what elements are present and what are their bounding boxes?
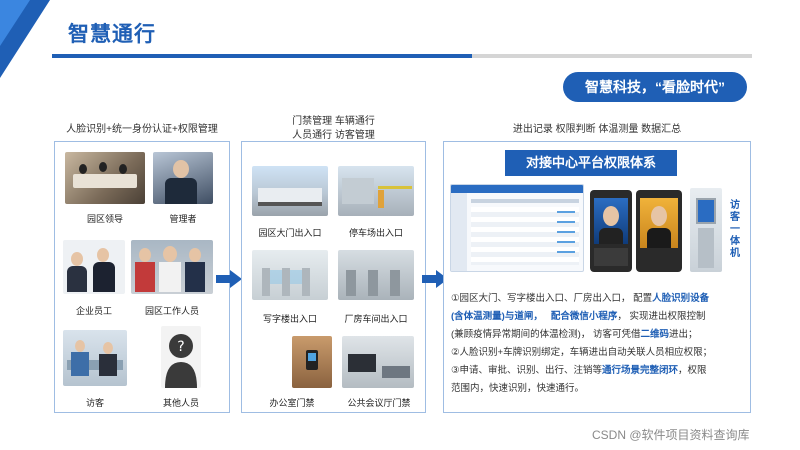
photo-managers <box>153 152 213 204</box>
photo-office-building-gate <box>252 250 328 300</box>
desc-line-5: ③申请、审批、识别、出行、注销等通行场景完整闭环，权限 <box>451 365 707 376</box>
entrances-panel: 园区大门出入口 停车场出入口 写字楼出入口 厂房车间出入口 办公室门禁 公共会议… <box>241 141 426 413</box>
people-panel: 园区领导 管理者 企业员工 园区工作人员 访客 ? 其他人员 <box>54 141 230 413</box>
caption-left: 人脸识别+统一身份认证+权限管理 <box>66 124 218 135</box>
arrow-right-icon <box>216 270 242 288</box>
label-park-gate: 园区大门出入口 <box>258 228 322 238</box>
label-employees: 企业员工 <box>75 306 112 316</box>
slogan-badge: 智慧科技，“看脸时代” <box>563 72 747 102</box>
photo-park-gate <box>252 166 328 216</box>
visitor-kiosk-image <box>690 188 722 272</box>
face-terminal-2 <box>636 190 682 272</box>
desc-line-2: (含体温测量)与道闸， 配合微信小程序， 实现进出权限控制 <box>451 311 706 322</box>
desc-line-4: ②人脸识别+车牌识别绑定，车辆进出自动关联人员相应权限； <box>451 347 713 358</box>
label-office-building-gate: 写字楼出入口 <box>262 314 317 324</box>
page-title: 智慧通行 <box>68 23 156 46</box>
photo-employees <box>63 240 125 294</box>
desc-line-1: ①园区大门、写字楼出入口、厂房出入口， 配置人脸识别设备 <box>451 293 710 304</box>
photo-others: ? <box>161 326 201 388</box>
visitor-kiosk-label: 访客一体机 <box>730 200 740 259</box>
label-managers: 管理者 <box>169 214 197 224</box>
label-visitors: 访客 <box>85 398 104 408</box>
photo-parking-gate <box>338 166 414 216</box>
label-park-leaders: 园区领导 <box>86 214 123 224</box>
corner-decoration-inner <box>0 0 30 46</box>
photo-office-door <box>292 336 332 388</box>
photo-factory-gate <box>338 250 414 300</box>
label-factory-gate: 厂房车间出入口 <box>344 314 408 324</box>
desc-line-3: (兼顾疫情异常期间的体温检测)， 访客可凭借二维码进出； <box>451 329 698 340</box>
photo-meeting-room-door <box>342 336 414 388</box>
unknown-person-icon: ? <box>165 334 197 388</box>
label-parking-gate: 停车场出入口 <box>348 228 403 238</box>
title-divider-accent <box>52 54 472 58</box>
desc-line-6: 范围内，快速识别，快速通行。 <box>451 383 585 394</box>
label-office-door: 办公室门禁 <box>269 398 315 408</box>
caption-middle-1: 门禁管理 车辆通行 <box>292 116 375 127</box>
platform-description: ①园区大门、写字楼出入口、厂房出入口， 配置人脸识别设备 (含体温测量)与道闸，… <box>451 290 747 398</box>
dashboard-screenshot <box>450 184 584 272</box>
caption-right: 进出记录 权限判断 体温测量 数据汇总 <box>512 124 682 135</box>
watermark: CSDN @软件项目资料查询库 <box>592 428 750 442</box>
photo-visitors <box>63 330 127 386</box>
photo-park-leaders <box>65 152 145 204</box>
label-others: 其他人员 <box>162 398 199 408</box>
svg-text:?: ? <box>177 339 184 355</box>
platform-banner: 对接中心平台权限体系 <box>505 150 677 176</box>
caption-middle-2: 人员通行 访客管理 <box>292 130 375 141</box>
label-park-staff: 园区工作人员 <box>144 306 199 316</box>
photo-park-staff <box>131 240 213 294</box>
label-meeting-room-door: 公共会议厅门禁 <box>347 398 411 408</box>
face-terminal-1 <box>590 190 632 272</box>
